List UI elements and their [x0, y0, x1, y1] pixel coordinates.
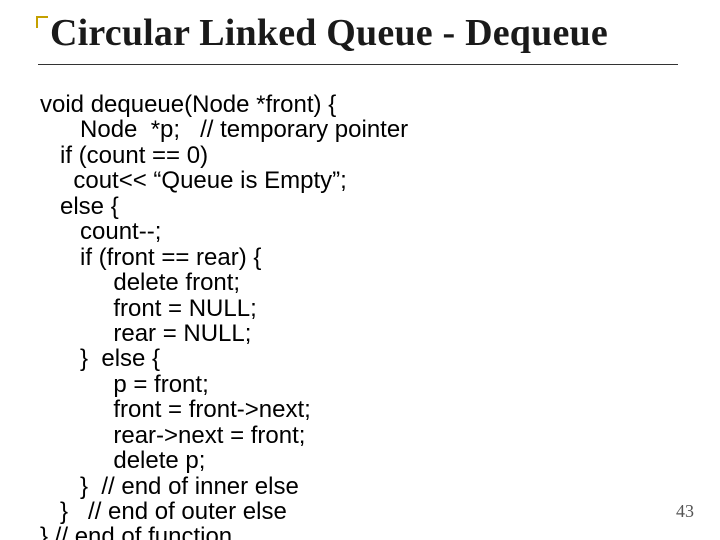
code-line: delete p;	[40, 447, 205, 474]
page-number: 43	[676, 501, 694, 522]
code-line: p = front;	[40, 371, 209, 398]
code-line: else {	[40, 193, 119, 220]
code-line: rear->next = front;	[40, 422, 305, 449]
code-block: void dequeue(Node *front) { Node *p; // …	[40, 92, 680, 540]
code-line: void dequeue(Node *front) {	[40, 91, 336, 118]
code-line: } // end of inner else	[40, 473, 299, 500]
code-line: cout<< “Queue is Empty”;	[40, 167, 347, 194]
slide-title: Circular Linked Queue - Dequeue	[50, 14, 684, 58]
title-block: Circular Linked Queue - Dequeue	[36, 14, 684, 65]
corner-ornament-icon	[36, 16, 48, 28]
code-line: Node *p; // temporary pointer	[40, 116, 408, 143]
code-line: front = NULL;	[40, 295, 257, 322]
code-line: } // end of outer else	[40, 498, 287, 525]
code-line: count--;	[40, 218, 161, 245]
code-line: delete front;	[40, 269, 240, 296]
code-line: rear = NULL;	[40, 320, 251, 347]
slide: Circular Linked Queue - Dequeue void deq…	[0, 0, 720, 540]
code-line: if (count == 0)	[40, 142, 208, 169]
code-line: } // end of function	[40, 523, 232, 540]
code-line: front = front->next;	[40, 396, 311, 423]
code-line: if (front == rear) {	[40, 244, 261, 271]
code-line: } else {	[40, 345, 160, 372]
title-underline	[38, 64, 678, 65]
